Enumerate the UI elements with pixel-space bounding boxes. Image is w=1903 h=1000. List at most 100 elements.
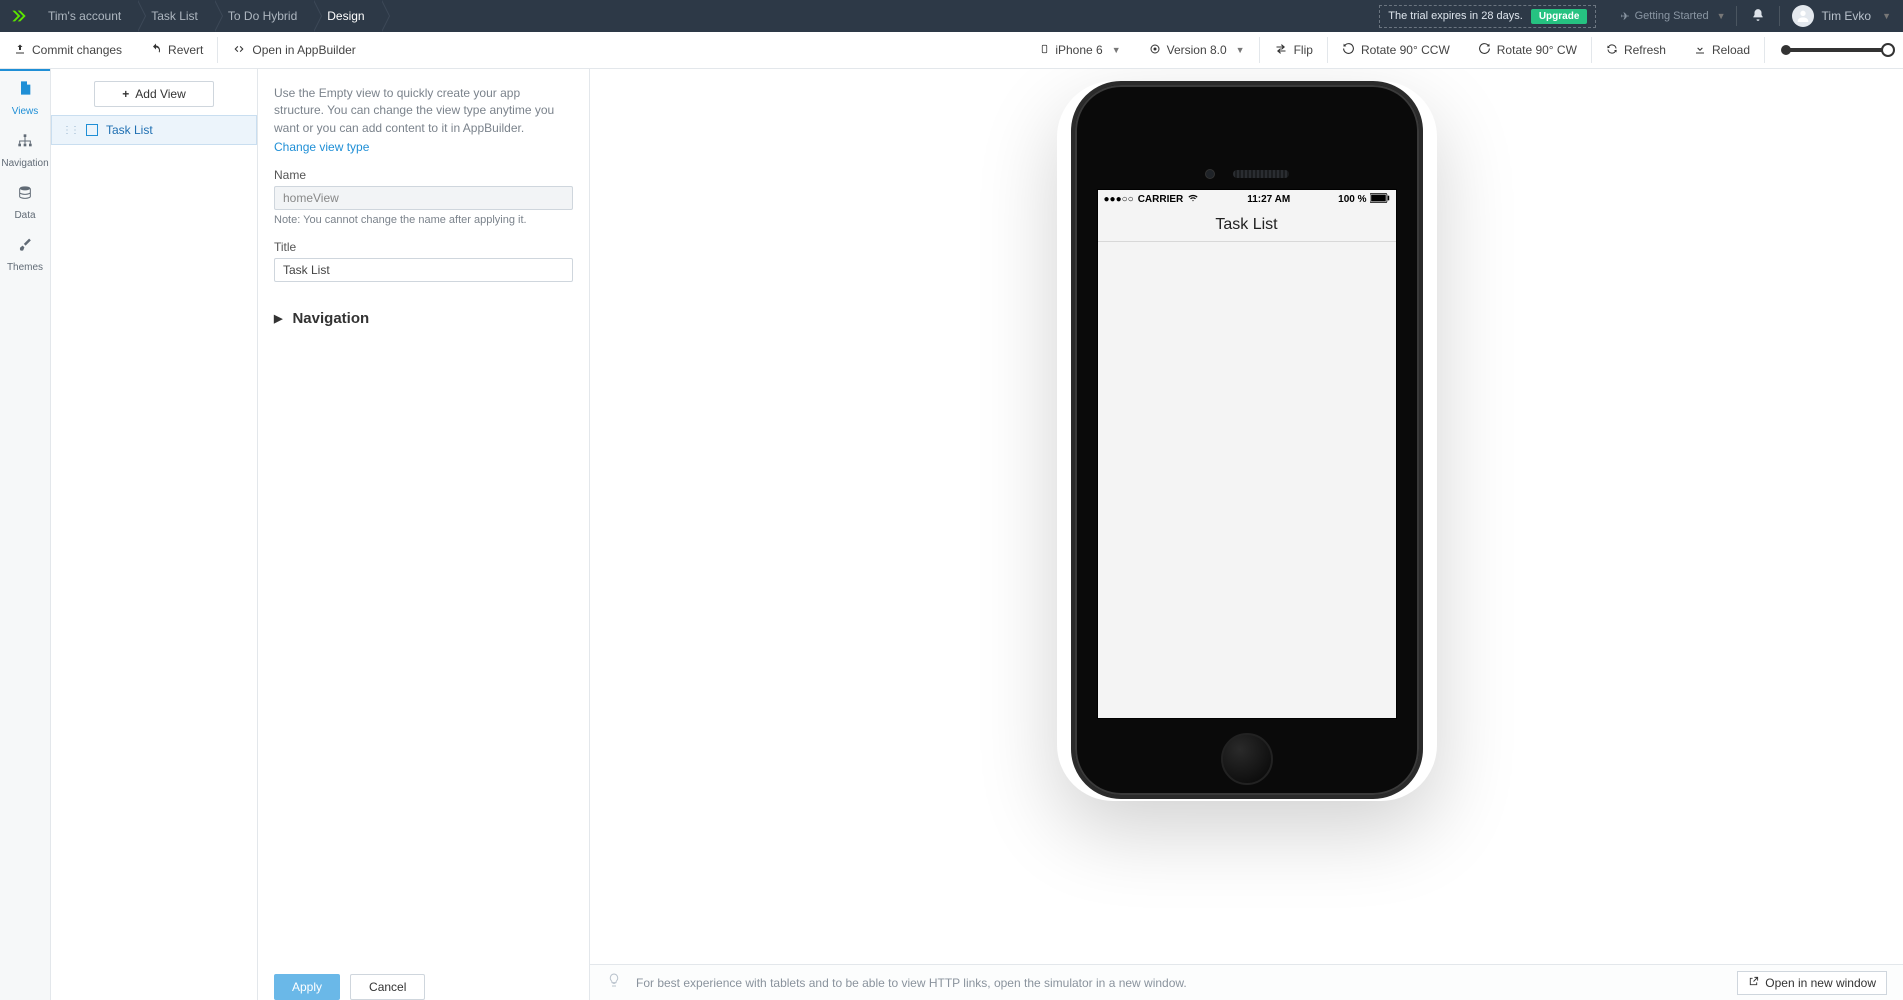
app-title-bar: Task List xyxy=(1098,208,1396,242)
commit-button[interactable]: Commit changes xyxy=(0,32,136,69)
rotate-cw-label: Rotate 90° CW xyxy=(1497,43,1577,57)
undo-icon xyxy=(150,43,162,58)
zoom-handle[interactable] xyxy=(1881,43,1895,57)
avatar-icon xyxy=(1792,5,1814,27)
refresh-icon xyxy=(1606,43,1618,58)
app-title-label: Task List xyxy=(1215,216,1277,234)
rail-views-label: Views xyxy=(12,106,39,117)
views-panel: + Add View ⋮⋮ Task List xyxy=(51,69,258,1000)
change-view-type-link[interactable]: Change view type xyxy=(274,140,573,154)
database-icon xyxy=(17,185,33,206)
rotate-ccw-icon xyxy=(1342,42,1355,58)
cancel-button[interactable]: Cancel xyxy=(350,974,425,1000)
rotate-cw-icon xyxy=(1478,42,1491,58)
name-note: Note: You cannot change the name after a… xyxy=(274,214,573,226)
flip-button[interactable]: Flip xyxy=(1260,32,1327,69)
chevron-down-icon: ▼ xyxy=(1236,45,1245,55)
breadcrumb-project[interactable]: Task List xyxy=(137,0,214,32)
breadcrumb-account[interactable]: Tim's account xyxy=(34,0,137,32)
getting-started-label: Getting Started xyxy=(1635,10,1709,22)
breadcrumb-app[interactable]: To Do Hybrid xyxy=(214,0,313,32)
view-description: Use the Empty view to quickly create you… xyxy=(274,85,573,137)
rail-views[interactable]: Views xyxy=(0,69,50,123)
phone-speaker-icon xyxy=(1233,170,1289,178)
open-new-window-label: Open in new window xyxy=(1765,976,1876,990)
rail-themes[interactable]: Themes xyxy=(0,227,50,279)
trial-text: The trial expires in 28 days. xyxy=(1388,10,1523,22)
title-input[interactable] xyxy=(274,258,573,282)
code-icon xyxy=(232,43,246,58)
drag-handle-icon[interactable]: ⋮⋮ xyxy=(62,125,78,136)
navigation-section-label: Navigation xyxy=(292,310,369,327)
signal-icon: ●●●○○ xyxy=(1104,194,1134,205)
rail-themes-label: Themes xyxy=(7,262,43,273)
rail-navigation-label: Navigation xyxy=(1,158,48,169)
preview-footer: For best experience with tablets and to … xyxy=(590,964,1903,1000)
view-list-item[interactable]: ⋮⋮ Task List xyxy=(51,115,257,145)
getting-started-menu[interactable]: ✈ Getting Started ▼ xyxy=(1610,0,1735,32)
open-appbuilder-label: Open in AppBuilder xyxy=(252,43,355,57)
open-new-window-button[interactable]: Open in new window xyxy=(1737,971,1887,995)
empty-view-icon xyxy=(86,124,98,136)
telerik-logo-icon xyxy=(10,7,28,25)
phone-volume-down xyxy=(1071,331,1073,377)
add-view-button[interactable]: + Add View xyxy=(94,81,214,107)
user-name-label: Tim Evko xyxy=(1822,9,1872,23)
left-rail: Views Navigation Data Themes xyxy=(0,69,51,1000)
rotate-ccw-label: Rotate 90° CCW xyxy=(1361,43,1450,57)
reload-label: Reload xyxy=(1712,43,1750,57)
phone-mute-switch xyxy=(1071,223,1073,253)
revert-button[interactable]: Revert xyxy=(136,32,217,69)
download-icon xyxy=(1694,43,1706,58)
add-view-label: Add View xyxy=(135,87,185,101)
sitemap-icon xyxy=(16,133,34,154)
target-icon xyxy=(1149,43,1161,58)
phone-screen[interactable]: ●●●○○ CARRIER 11:27 AM 100 % xyxy=(1097,189,1397,719)
name-label: Name xyxy=(274,168,573,182)
device-selector[interactable]: iPhone 6 ▼ xyxy=(1026,32,1134,69)
revert-label: Revert xyxy=(168,43,203,57)
refresh-button[interactable]: Refresh xyxy=(1592,32,1680,69)
phone-volume-up xyxy=(1071,273,1073,319)
phone-power-button xyxy=(1421,253,1423,307)
device-label: iPhone 6 xyxy=(1055,43,1102,57)
version-label: Version 8.0 xyxy=(1167,43,1227,57)
chevron-down-icon: ▼ xyxy=(1112,45,1121,55)
view-item-label: Task List xyxy=(106,123,153,137)
rotate-cw-button[interactable]: Rotate 90° CW xyxy=(1464,32,1591,69)
rail-data[interactable]: Data xyxy=(0,175,50,227)
zoom-slider[interactable] xyxy=(1783,48,1893,52)
version-selector[interactable]: Version 8.0 ▼ xyxy=(1135,32,1259,69)
battery-icon xyxy=(1370,193,1390,206)
title-label: Title xyxy=(274,240,573,254)
phone-camera-icon xyxy=(1205,169,1215,179)
device-preview-area: ●●●○○ CARRIER 11:27 AM 100 % xyxy=(590,69,1903,1000)
external-link-icon xyxy=(1748,976,1759,990)
brush-icon xyxy=(18,237,32,258)
trial-banner: The trial expires in 28 days. Upgrade xyxy=(1379,5,1596,28)
apply-button[interactable]: Apply xyxy=(274,974,340,1000)
user-menu[interactable]: Tim Evko ▼ xyxy=(1780,5,1903,27)
notifications-icon[interactable] xyxy=(1737,8,1779,25)
phone-home-button xyxy=(1221,733,1273,785)
divider xyxy=(1764,37,1765,63)
file-icon xyxy=(17,79,33,102)
reload-button[interactable]: Reload xyxy=(1680,32,1764,69)
clock-label: 11:27 AM xyxy=(1199,194,1338,205)
lightbulb-icon xyxy=(606,972,622,993)
chevron-down-icon: ▼ xyxy=(1882,11,1891,21)
rotate-ccw-button[interactable]: Rotate 90° CCW xyxy=(1328,32,1464,69)
rail-data-label: Data xyxy=(14,210,35,221)
upgrade-button[interactable]: Upgrade xyxy=(1531,9,1588,24)
paper-plane-icon: ✈ xyxy=(1620,10,1629,23)
footer-tip-text: For best experience with tablets and to … xyxy=(636,976,1187,990)
phone-frame: ●●●○○ CARRIER 11:27 AM 100 % xyxy=(1071,81,1423,799)
chevron-down-icon: ▼ xyxy=(1717,11,1726,21)
commit-label: Commit changes xyxy=(32,43,122,57)
open-appbuilder-button[interactable]: Open in AppBuilder xyxy=(218,32,369,69)
rail-navigation[interactable]: Navigation xyxy=(0,123,50,175)
wifi-icon xyxy=(1187,193,1199,206)
refresh-label: Refresh xyxy=(1624,43,1666,57)
flip-icon xyxy=(1274,43,1288,58)
navigation-section-header[interactable]: ▶ Navigation xyxy=(274,310,573,327)
